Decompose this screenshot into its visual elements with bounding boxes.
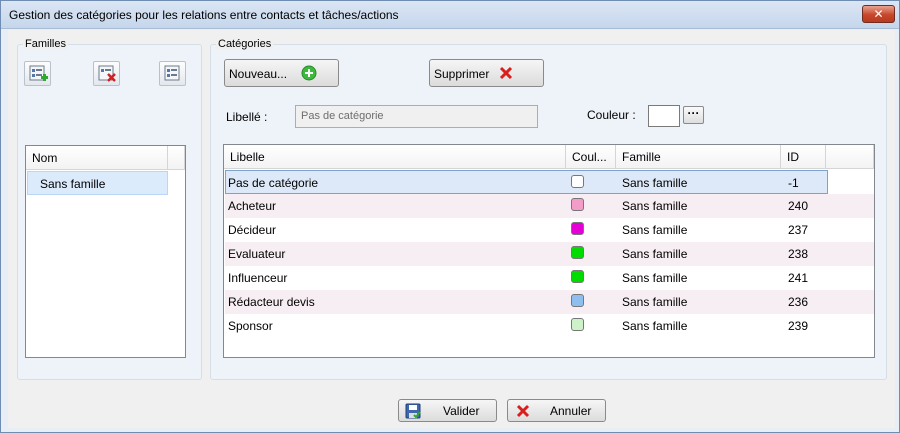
- table-row[interactable]: Décideur Sans famille 237: [225, 218, 874, 242]
- delete-button-label: Supprimer: [434, 67, 490, 81]
- column-header-spacer: [826, 145, 874, 169]
- validate-label: Valider: [443, 404, 480, 418]
- dialog-body: Familles Nom Sans famille Catégories Nou…: [8, 30, 895, 428]
- window-title: Gestion des catégories pour les relation…: [9, 8, 399, 22]
- validate-button[interactable]: Valider: [398, 399, 497, 422]
- plus-circle-icon: [301, 65, 317, 81]
- familles-list[interactable]: Nom Sans famille: [25, 145, 186, 358]
- cancel-label: Annuler: [550, 404, 592, 418]
- color-swatch: [571, 198, 584, 211]
- cell-famille: Sans famille: [622, 247, 688, 261]
- libelle-field[interactable]: Pas de catégorie: [295, 105, 538, 128]
- familles-group-label: Familles: [23, 38, 68, 50]
- color-swatch: [571, 270, 584, 283]
- categories-group-label: Catégories: [216, 38, 274, 50]
- color-swatch: [571, 246, 584, 259]
- cell-libelle: Sponsor: [228, 319, 273, 333]
- table-row[interactable]: Rédacteur devis Sans famille 236: [225, 290, 874, 314]
- cell-famille: Sans famille: [622, 319, 688, 333]
- cell-famille: Sans famille: [622, 223, 688, 237]
- edit-family-button[interactable]: [159, 61, 186, 86]
- cell-famille: Sans famille: [622, 176, 688, 190]
- column-header-spacer: [168, 146, 185, 170]
- family-name: Sans famille: [40, 177, 106, 191]
- cancel-button[interactable]: Annuler: [507, 399, 606, 422]
- cell-id: 236: [788, 295, 809, 309]
- color-swatch: [571, 318, 584, 331]
- cell-libelle: Pas de catégorie: [228, 176, 319, 190]
- column-header-couleur[interactable]: Coul...: [566, 145, 616, 169]
- libelle-label: Libellé :: [226, 110, 268, 124]
- close-button[interactable]: ✕: [862, 5, 895, 23]
- new-button-label: Nouveau...: [229, 67, 288, 81]
- add-family-icon: [29, 65, 48, 81]
- couleur-label: Couleur :: [587, 108, 636, 122]
- dialog-window: Gestion des catégories pour les relation…: [0, 0, 900, 433]
- cell-id: 239: [788, 319, 809, 333]
- table-row[interactable]: Acheteur Sans famille 240: [225, 194, 874, 218]
- cell-famille: Sans famille: [622, 199, 688, 213]
- color-swatch: [571, 222, 584, 235]
- cell-id: 237: [788, 223, 809, 237]
- close-icon: ✕: [873, 7, 884, 21]
- column-header-famille[interactable]: Famille: [616, 145, 781, 169]
- title-bar[interactable]: Gestion des catégories pour les relation…: [1, 1, 899, 29]
- cell-libelle: Décideur: [228, 223, 277, 237]
- cell-libelle: Evaluateur: [228, 247, 286, 261]
- cell-id: 240: [788, 199, 809, 213]
- color-swatch: [571, 294, 584, 307]
- column-header-libelle[interactable]: Libelle: [224, 145, 566, 169]
- delete-family-icon: [98, 65, 116, 82]
- cell-libelle: Rédacteur devis: [228, 295, 315, 309]
- color-browse-button[interactable]: ···: [683, 106, 704, 124]
- cell-famille: Sans famille: [622, 271, 688, 285]
- ellipsis-icon: ···: [687, 106, 700, 120]
- cell-id: 241: [788, 271, 809, 285]
- red-x-icon: [516, 404, 530, 418]
- cell-famille: Sans famille: [622, 295, 688, 309]
- cell-libelle: Influenceur: [228, 271, 288, 285]
- categories-table[interactable]: Libelle Coul... Famille ID Pas de catégo…: [223, 144, 875, 358]
- cell-id: 238: [788, 247, 809, 261]
- list-item[interactable]: Sans famille: [27, 171, 168, 195]
- red-x-icon: [499, 66, 513, 80]
- column-header-id[interactable]: ID: [781, 145, 826, 169]
- save-icon: [405, 403, 421, 419]
- table-row[interactable]: Influenceur Sans famille 241: [225, 266, 874, 290]
- color-preview[interactable]: [648, 105, 680, 127]
- new-category-button[interactable]: Nouveau...: [224, 59, 339, 87]
- add-family-button[interactable]: [24, 61, 51, 86]
- column-header-nom[interactable]: Nom: [26, 146, 168, 170]
- color-swatch: [571, 175, 584, 188]
- edit-family-icon: [164, 65, 180, 81]
- table-row[interactable]: Sponsor Sans famille 239: [225, 314, 874, 338]
- table-row[interactable]: Pas de catégorie Sans famille -1: [225, 170, 828, 194]
- cell-libelle: Acheteur: [228, 199, 277, 213]
- delete-family-button[interactable]: [93, 61, 120, 86]
- delete-category-button[interactable]: Supprimer: [429, 59, 544, 87]
- cell-id: -1: [788, 176, 799, 190]
- table-row[interactable]: Evaluateur Sans famille 238: [225, 242, 874, 266]
